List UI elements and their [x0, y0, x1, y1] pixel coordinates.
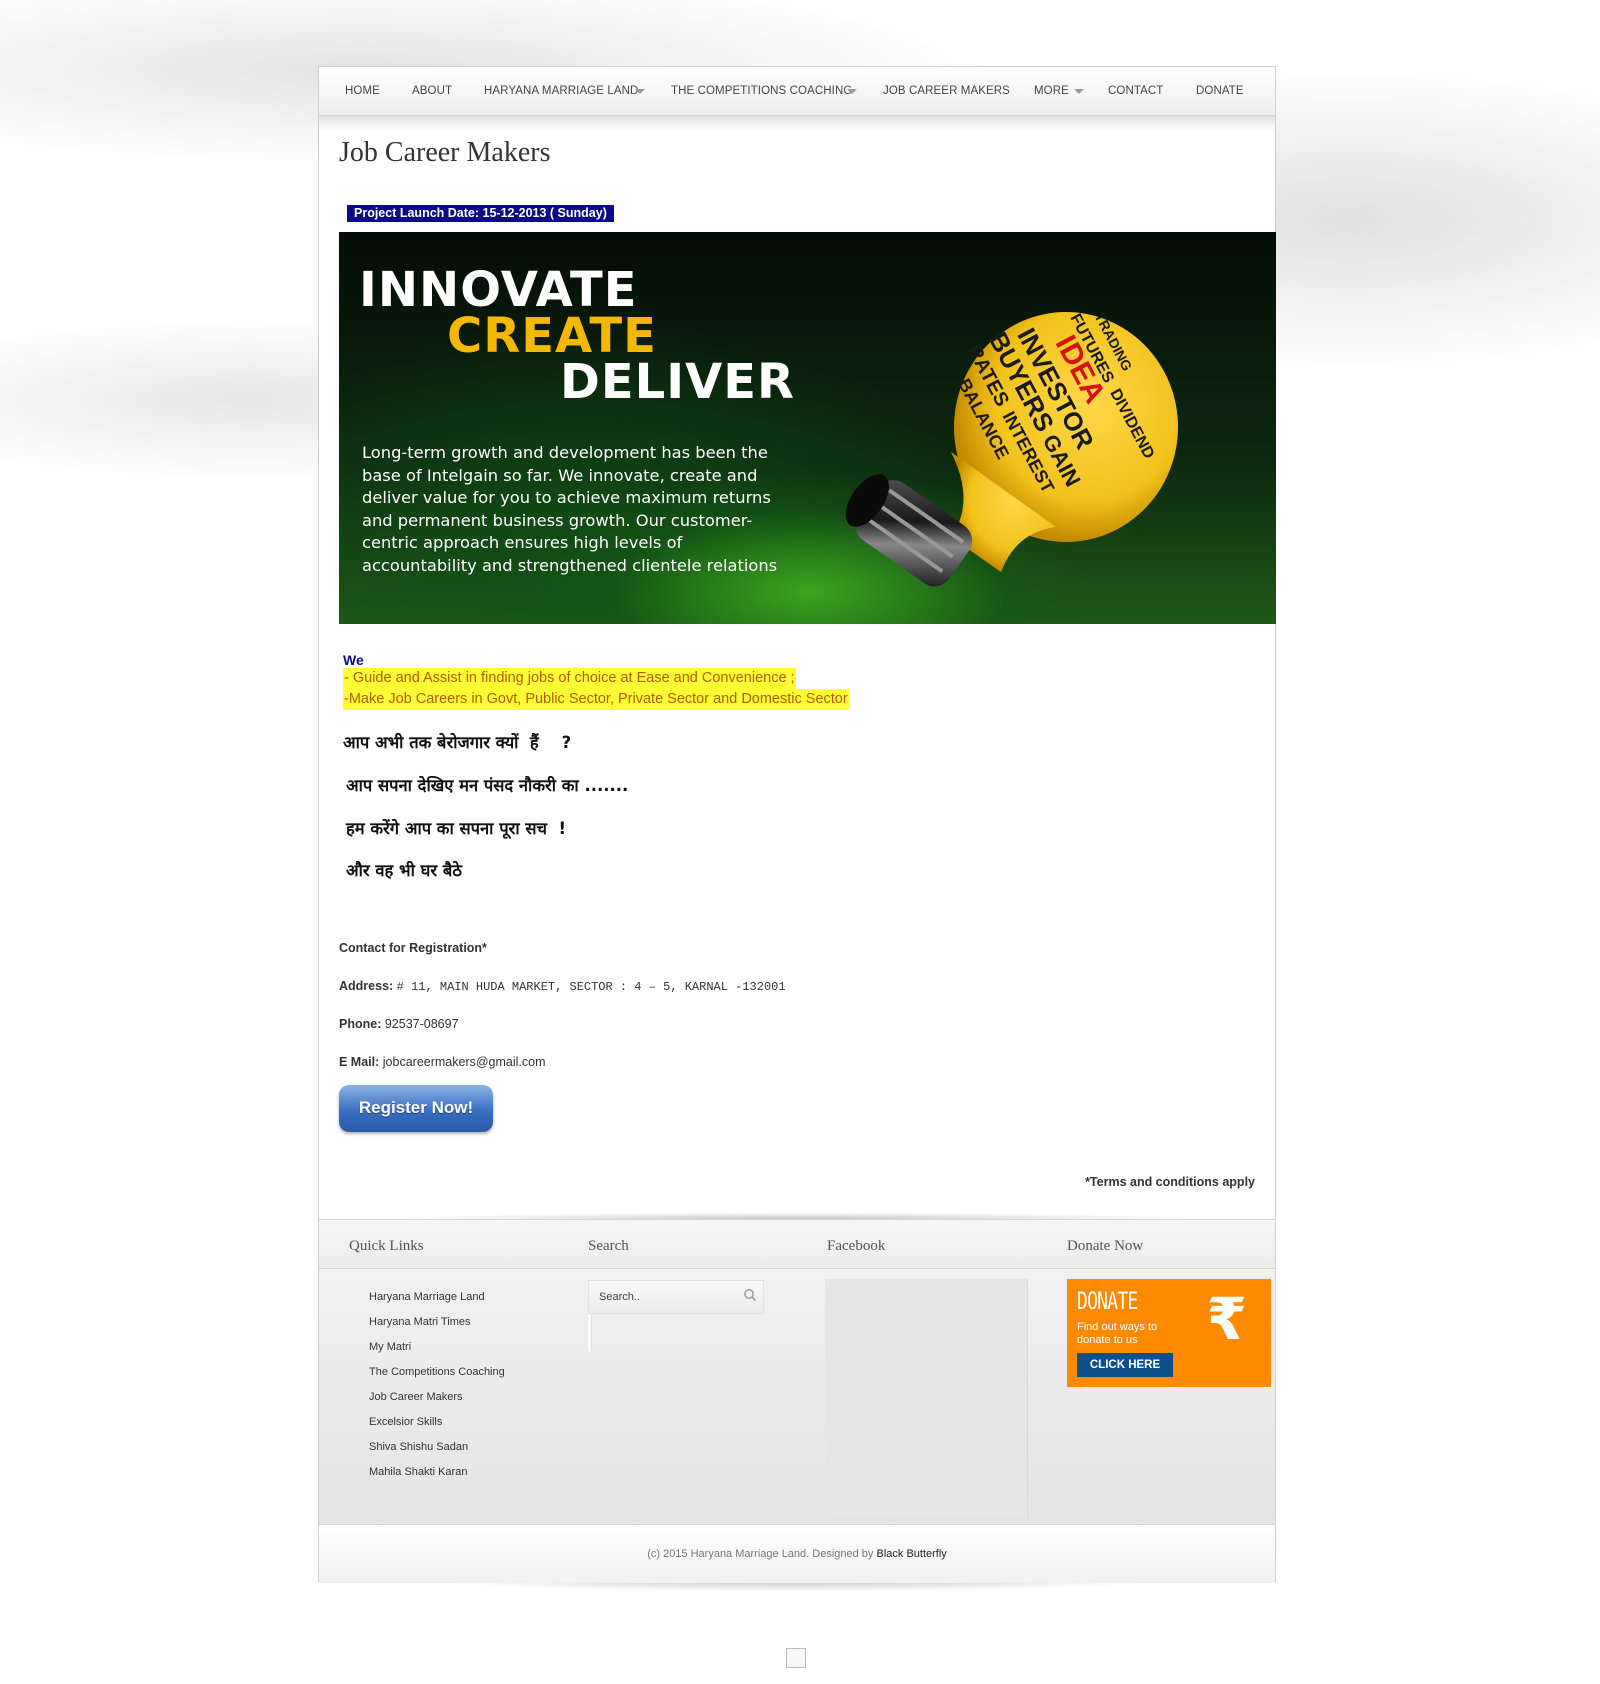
quick-links-list: Haryana Marriage Land Haryana Matri Time… — [369, 1290, 505, 1490]
chevron-down-icon — [847, 89, 857, 94]
broken-image-icon — [786, 1648, 806, 1668]
footer: Quick Links Search Facebook Donate Now H… — [319, 1219, 1275, 1524]
quick-link-mahila-shakti-karan[interactable]: Mahila Shakti Karan — [369, 1465, 505, 1490]
hindi-line-4: और वह भी घर बैठे — [346, 861, 462, 880]
lightbulb-illustration: IDEA INVESTOR BUYERS GAIN RATES INTEREST… — [845, 310, 1178, 587]
terms-note: *Terms and conditions apply — [1085, 1175, 1255, 1189]
contact-heading: Contact for Registration* — [339, 941, 487, 955]
banner-image: INNOVATE CREATE DELIVER Long-term growth… — [339, 232, 1276, 624]
rupee-icon: ₹ — [1206, 1285, 1247, 1353]
banner-line-deliver: DELIVER — [560, 354, 795, 410]
hindi-line-1: आप अभी तक बेरोजगार क्यों हैं ? — [343, 733, 572, 752]
quick-link-shiva-shishu-sadan[interactable]: Shiva Shishu Sadan — [369, 1440, 505, 1465]
we-line-make-careers: -Make Job Careers in Govt, Public Sector… — [343, 689, 849, 710]
chevron-down-icon — [1074, 89, 1084, 94]
nav-job-career-makers[interactable]: JOB CAREER MAKERS — [883, 85, 1010, 97]
search-scroll-edge — [588, 1315, 592, 1351]
quick-link-excelsior-skills[interactable]: Excelsior Skills — [369, 1415, 505, 1440]
quick-link-haryana-marriage-land[interactable]: Haryana Marriage Land — [369, 1290, 505, 1315]
nav-shadow — [319, 115, 1275, 131]
register-now-button[interactable]: Register Now! — [339, 1085, 493, 1132]
page-title: Job Career Makers — [339, 137, 551, 168]
nav-contact[interactable]: CONTACT — [1108, 85, 1163, 97]
nav-about[interactable]: ABOUT — [412, 85, 452, 97]
hindi-line-3: हम करेंगे आप का सपना पूरा सच ! — [346, 819, 566, 838]
nav-more[interactable]: MORE — [1034, 85, 1069, 97]
donate-subtitle: Find out ways to donate to us — [1077, 1321, 1158, 1346]
donate-click-here-button[interactable]: CLICK HERE — [1077, 1353, 1173, 1377]
quick-link-haryana-matri-times[interactable]: Haryana Matri Times — [369, 1315, 505, 1340]
contact-phone: Phone: 92537-08697 — [339, 1017, 459, 1031]
nav-donate[interactable]: DONATE — [1196, 85, 1244, 97]
page-shadow — [338, 1580, 1256, 1610]
nav-competitions-coaching[interactable]: THE COMPETITIONS COACHING — [671, 85, 852, 97]
we-block: We - Guide and Assist in finding jobs of… — [343, 652, 849, 710]
quick-link-job-career-makers[interactable]: Job Career Makers — [369, 1390, 505, 1415]
page-container: HOME ABOUT HARYANA MARRIAGE LAND THE COM… — [318, 66, 1276, 1583]
copyright-text: (c) 2015 Haryana Marriage Land. Designed… — [647, 1548, 947, 1560]
search-box — [588, 1280, 764, 1314]
donate-title: DONATE — [1077, 1287, 1138, 1315]
footer-shadow — [319, 1207, 1275, 1219]
main-nav: HOME ABOUT HARYANA MARRIAGE LAND THE COM… — [319, 67, 1275, 116]
footer-heading-band: Quick Links Search Facebook Donate Now — [319, 1220, 1275, 1269]
contact-address: Address: # 11, MAIN HUDA MARKET, SECTOR … — [339, 979, 786, 994]
we-line-guide: - Guide and Assist in finding jobs of ch… — [343, 668, 796, 689]
footer-heading-donate: Donate Now — [1067, 1238, 1144, 1254]
quick-link-my-matri[interactable]: My Matri — [369, 1340, 505, 1365]
footer-heading-facebook: Facebook — [827, 1238, 886, 1254]
copyright-bar: (c) 2015 Haryana Marriage Land. Designed… — [319, 1524, 1275, 1583]
banner-body-text: Long-term growth and development has bee… — [362, 443, 778, 575]
nav-haryana-marriage-land[interactable]: HARYANA MARRIAGE LAND — [484, 85, 638, 97]
nav-home[interactable]: HOME — [345, 85, 380, 97]
designer-link[interactable]: Black Butterfly — [876, 1548, 946, 1560]
facebook-widget — [825, 1279, 1028, 1519]
chevron-down-icon — [635, 89, 645, 94]
search-icon[interactable] — [743, 1288, 757, 1302]
footer-heading-search: Search — [588, 1238, 629, 1254]
hindi-line-2: आप सपना देखिए मन पंसद नौकरी का ....... — [346, 776, 629, 795]
search-input[interactable] — [597, 1290, 741, 1304]
we-heading: We — [343, 652, 364, 668]
quick-link-competitions-coaching[interactable]: The Competitions Coaching — [369, 1365, 505, 1390]
donate-banner[interactable]: DONATE Find out ways to donate to us CLI… — [1067, 1279, 1271, 1387]
footer-heading-quick-links: Quick Links — [349, 1238, 424, 1254]
contact-email: E Mail: jobcareermakers@gmail.com — [339, 1055, 546, 1069]
launch-date-badge: Project Launch Date: 15-12-2013 ( Sunday… — [347, 205, 614, 222]
